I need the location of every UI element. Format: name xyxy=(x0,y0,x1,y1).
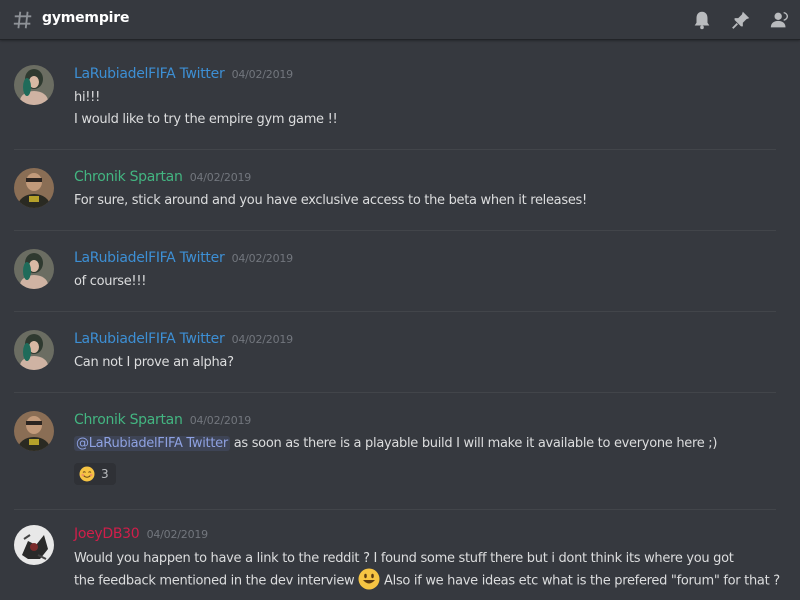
message-text: I would like to try the empire gym game … xyxy=(74,112,338,127)
channel-header: gymempire xyxy=(0,0,800,40)
timestamp: 04/02/2019 xyxy=(189,414,252,427)
username[interactable]: LaRubiadelFIFA Twitter xyxy=(74,66,225,82)
message-text: @LaRubiadelFIFA Twitter as soon as there… xyxy=(74,436,717,451)
message-header: Chronik Spartan 04/02/2019 xyxy=(74,169,251,185)
username[interactable]: LaRubiadelFIFA Twitter xyxy=(74,331,225,347)
message-header: LaRubiadelFIFA Twitter 04/02/2019 xyxy=(74,66,293,82)
username[interactable]: JoeyDB30 xyxy=(74,526,140,542)
avatar[interactable] xyxy=(14,168,54,208)
timestamp: 04/02/2019 xyxy=(146,528,209,541)
message-divider xyxy=(14,392,776,393)
message-header: LaRubiadelFIFA Twitter 04/02/2019 xyxy=(74,250,293,266)
members-icon[interactable] xyxy=(769,9,791,31)
username[interactable]: LaRubiadelFIFA Twitter xyxy=(74,250,225,266)
timestamp: 04/02/2019 xyxy=(231,333,294,346)
message-text: For sure, stick around and you have excl… xyxy=(74,193,587,208)
message-header: JoeyDB30 04/02/2019 xyxy=(74,526,208,542)
channel-name: gymempire xyxy=(42,10,130,26)
avatar[interactable] xyxy=(14,65,54,105)
message-divider xyxy=(14,509,776,510)
timestamp: 04/02/2019 xyxy=(189,171,252,184)
message-divider xyxy=(14,230,776,231)
message-text: hi!!! xyxy=(74,90,100,105)
message-text: Would you happen to have a link to the r… xyxy=(74,551,734,566)
message-text: the feedback mentioned in the dev interv… xyxy=(74,568,780,590)
avatar[interactable] xyxy=(14,525,54,565)
message-text: of course!!! xyxy=(74,274,147,289)
channel-hash-icon xyxy=(13,11,32,29)
message-text-segment: Also if we have ideas etc what is the pr… xyxy=(380,573,780,589)
message-divider xyxy=(14,149,776,150)
avatar[interactable] xyxy=(14,411,54,451)
message-text-segment: as soon as there is a playable build I w… xyxy=(229,436,718,451)
avatar[interactable] xyxy=(14,330,54,370)
message-text-segment: the feedback mentioned in the dev interv… xyxy=(74,573,355,589)
smiley-emoji-icon xyxy=(358,568,380,590)
message-header: Chronik Spartan 04/02/2019 xyxy=(74,412,251,428)
message-list[interactable]: LaRubiadelFIFA Twitter 04/02/2019 hi!!! … xyxy=(0,41,800,600)
message-header: LaRubiadelFIFA Twitter 04/02/2019 xyxy=(74,331,293,347)
username[interactable]: Chronik Spartan xyxy=(74,169,183,185)
user-mention[interactable]: @LaRubiadelFIFA Twitter xyxy=(74,436,230,451)
message-text: Can not I prove an alpha? xyxy=(74,355,234,370)
timestamp: 04/02/2019 xyxy=(231,252,294,265)
bell-icon[interactable] xyxy=(691,9,713,31)
reaction-button[interactable]: 3 xyxy=(74,463,116,485)
timestamp: 04/02/2019 xyxy=(231,68,294,81)
avatar[interactable] xyxy=(14,249,54,289)
pin-icon[interactable] xyxy=(730,9,752,31)
reaction-count: 3 xyxy=(101,467,109,481)
smiling-blush-emoji-icon xyxy=(79,466,95,482)
message-divider xyxy=(14,311,776,312)
username[interactable]: Chronik Spartan xyxy=(74,412,183,428)
